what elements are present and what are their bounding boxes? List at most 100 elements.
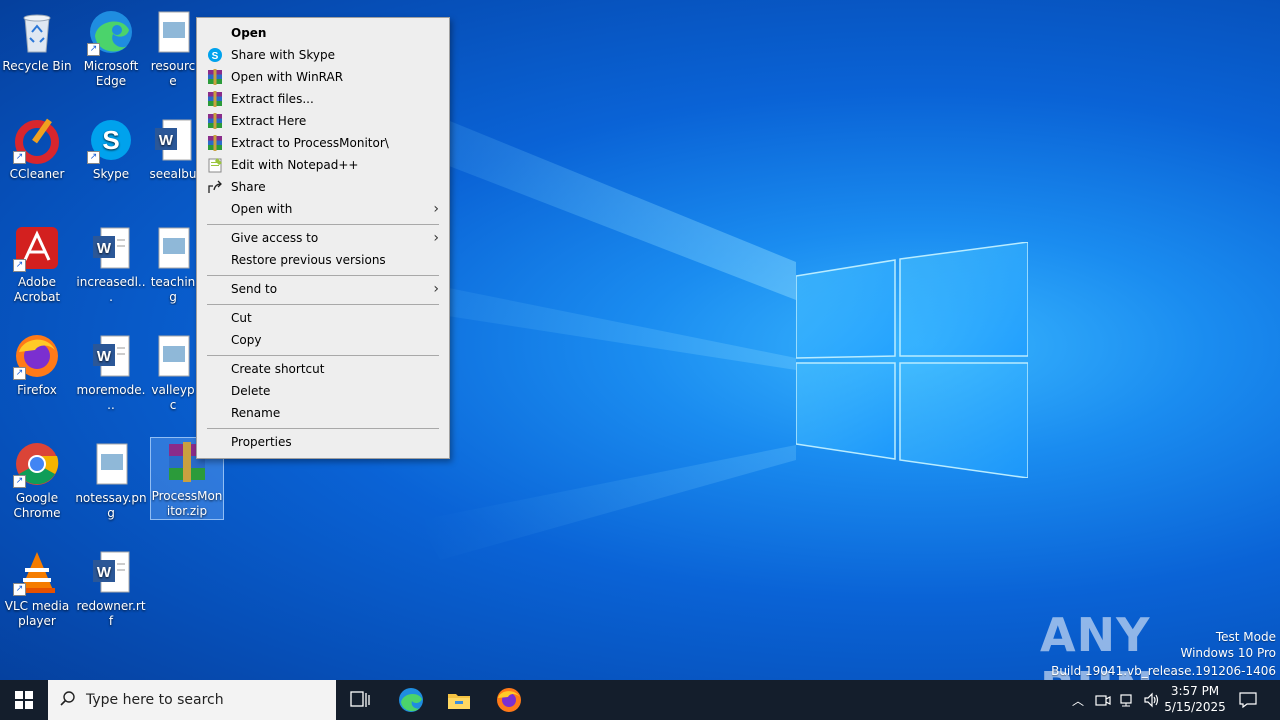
menu-item-share-with-skype[interactable]: S Share with Skype (199, 44, 447, 66)
network-icon (1120, 694, 1132, 707)
build-text: Build 19041.vb_release.191206-1406 (1051, 664, 1276, 678)
desktop-icon-notessay[interactable]: notessay.png (75, 440, 147, 521)
taskbar: Type here to search ︿ 3:57 PM 5/15/2025 (0, 680, 1280, 720)
skype-icon: S (207, 47, 223, 63)
clock-time: 3:57 PM (1170, 684, 1220, 698)
edge-icon (399, 688, 423, 712)
menu-item-label: Cut (231, 311, 252, 325)
camera-icon (1095, 695, 1111, 706)
image-file-icon (87, 440, 135, 488)
desktop-icon-recycle-bin[interactable]: Recycle Bin (1, 8, 73, 74)
chevron-right-icon: › (433, 281, 439, 297)
menu-item-label: Send to (231, 282, 278, 296)
winrar-icon (207, 135, 223, 151)
desktop-icon-redowner[interactable]: W redowner.rtf (75, 548, 147, 629)
firefox-icon (497, 688, 521, 712)
shortcut-arrow-icon: ↗ (13, 475, 26, 488)
menu-item-extract-here[interactable]: Extract Here (199, 110, 447, 132)
svg-text:W: W (97, 240, 112, 257)
desktop-icon-vlc[interactable]: ↗ VLC media player (1, 548, 73, 629)
tray-network-button[interactable] (1116, 680, 1138, 720)
action-center-button[interactable] (1234, 680, 1262, 720)
menu-item-edit-with-notepadpp[interactable]: Edit with Notepad++ (199, 154, 447, 176)
start-button[interactable] (0, 680, 48, 720)
menu-item-restore-previous-versions[interactable]: Restore previous versions (199, 249, 447, 271)
menu-separator (207, 224, 439, 225)
tray-meet-now-button[interactable] (1092, 680, 1114, 720)
svg-text:W: W (159, 132, 174, 149)
menu-item-properties[interactable]: Properties (199, 431, 447, 453)
show-hidden-icons-button[interactable]: ︿ (1068, 680, 1088, 720)
desktop-icon-microsoft-edge[interactable]: ↗ Microsoft Edge (75, 8, 147, 89)
volume-icon (1144, 692, 1159, 708)
chevron-up-icon: ︿ (1071, 693, 1084, 708)
menu-item-copy[interactable]: Copy (199, 329, 447, 351)
shortcut-arrow-icon: ↗ (13, 583, 26, 596)
taskbar-edge-button[interactable] (388, 680, 434, 720)
folder-icon (448, 694, 470, 709)
tray-volume-button[interactable] (1140, 680, 1162, 720)
menu-item-give-access-to[interactable]: Give access to › (199, 227, 447, 249)
menu-item-create-shortcut[interactable]: Create shortcut (199, 358, 447, 380)
svg-text:S: S (102, 125, 119, 155)
desktop-icon-valleypc[interactable]: valleypc (149, 332, 197, 413)
desktop-icon-google-chrome[interactable]: ↗ Google Chrome (1, 440, 73, 521)
menu-item-open[interactable]: Open (199, 22, 447, 44)
menu-separator (207, 355, 439, 356)
menu-separator (207, 275, 439, 276)
desktop-icon-seealbu[interactable]: W seealbu (149, 116, 197, 182)
desktop-icon-firefox[interactable]: ↗ Firefox (1, 332, 73, 398)
menu-item-open-with-winrar[interactable]: Open with WinRAR (199, 66, 447, 88)
menu-item-label: Extract files... (231, 92, 314, 106)
taskbar-clock[interactable]: 3:57 PM 5/15/2025 (1160, 680, 1230, 720)
recycle-bin-icon (13, 8, 61, 56)
menu-item-rename[interactable]: Rename (199, 402, 447, 424)
desktop-icon-teaching[interactable]: teaching (149, 224, 197, 305)
word-doc-icon: W (87, 224, 135, 272)
menu-item-label: Create shortcut (231, 362, 325, 376)
chevron-right-icon: › (433, 230, 439, 246)
notepadpp-icon (207, 157, 223, 173)
word-doc-icon: W (149, 116, 197, 164)
desktop-icon-ccleaner[interactable]: ↗ CCleaner (1, 116, 73, 182)
menu-item-label: Delete (231, 384, 271, 398)
menu-separator (207, 428, 439, 429)
clock-date: 5/15/2025 (1164, 700, 1226, 714)
vlc-icon: ↗ (13, 548, 61, 596)
task-view-button[interactable] (338, 680, 382, 720)
taskbar-search-box[interactable]: Type here to search (48, 680, 336, 720)
menu-item-label: Rename (231, 406, 281, 420)
share-icon (207, 179, 223, 195)
menu-item-delete[interactable]: Delete (199, 380, 447, 402)
winrar-icon (207, 69, 223, 85)
menu-item-label: Extract to ProcessMonitor\ (231, 136, 389, 150)
menu-item-extract-to-folder[interactable]: Extract to ProcessMonitor\ (199, 132, 447, 154)
desktop-icon-moremode[interactable]: W moremode... (75, 332, 147, 413)
menu-item-extract-files[interactable]: Extract files... (199, 88, 447, 110)
menu-item-label: Copy (231, 333, 262, 347)
shortcut-arrow-icon: ↗ (13, 367, 26, 380)
menu-separator (207, 304, 439, 305)
desktop-icon-adobe-acrobat[interactable]: ↗ Adobe Acrobat (1, 224, 73, 305)
task-view-icon (350, 691, 370, 707)
menu-item-open-with[interactable]: Open with › (199, 198, 447, 220)
desktop-icon-increasedl[interactable]: W increasedl... (75, 224, 147, 305)
windows-edition-text: Windows 10 Pro (1180, 646, 1276, 660)
menu-item-share[interactable]: Share (199, 176, 447, 198)
shortcut-arrow-icon: ↗ (87, 151, 100, 164)
desktop-icon-resource[interactable]: resource (149, 8, 197, 89)
search-icon (60, 690, 76, 710)
menu-item-label: Open with WinRAR (231, 70, 344, 84)
image-file-icon (149, 332, 197, 380)
svg-text:W: W (97, 564, 112, 581)
menu-item-send-to[interactable]: Send to › (199, 278, 447, 300)
context-menu: Open S Share with Skype Open with WinRAR… (196, 17, 450, 459)
menu-item-cut[interactable]: Cut (199, 307, 447, 329)
acrobat-icon: ↗ (13, 224, 61, 272)
taskbar-firefox-button[interactable] (486, 680, 532, 720)
desktop-icon-skype[interactable]: S ↗ Skype (75, 116, 147, 182)
taskbar-file-explorer-button[interactable] (436, 680, 482, 720)
chevron-right-icon: › (433, 201, 439, 217)
menu-item-label: Open (231, 26, 267, 40)
winrar-icon (207, 91, 223, 107)
